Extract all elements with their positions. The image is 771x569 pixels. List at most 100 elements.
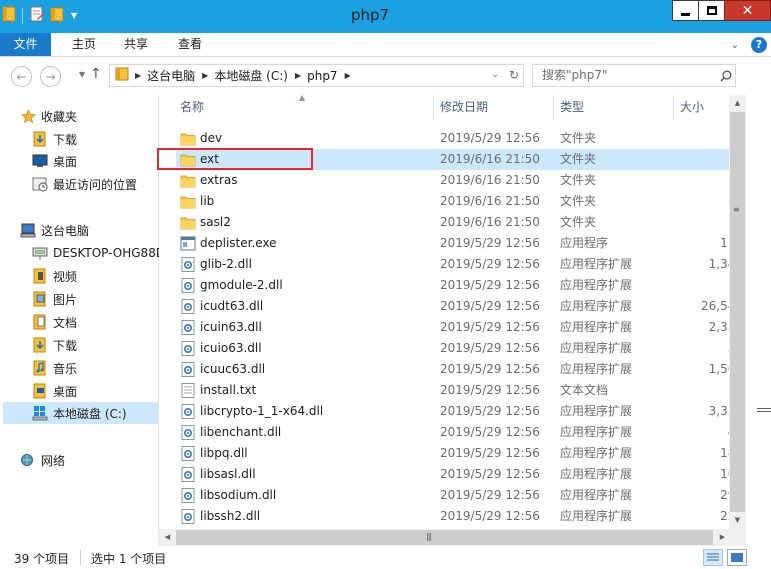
address-bar[interactable]: ▶ 这台电脑 ▶ 本地磁盘 (C:) ▶ php7 ▶ ⌄ ↻ (109, 64, 524, 87)
nav-videos[interactable]: 视频 (32, 265, 77, 287)
breadcrumb-separator-icon[interactable]: ▶ (345, 71, 351, 80)
scroll-left-icon[interactable]: ◀ (159, 529, 176, 546)
file-name: extras (200, 173, 238, 187)
scroll-down-icon[interactable]: ▼ (729, 512, 746, 529)
column-name[interactable]: 名称 (174, 95, 434, 120)
breadcrumb-this-pc[interactable]: 这台电脑 (147, 67, 195, 84)
file-date: 2019/5/29 12:56 (440, 383, 540, 397)
file-row[interactable]: libsodium.dll2019/5/29 12:56应用程序扩展294 (176, 485, 745, 506)
title-bar: ▼ php7 ✕ (0, 0, 771, 33)
file-name: icuin63.dll (200, 320, 262, 334)
file-type: 文件夹 (560, 152, 597, 166)
back-button[interactable]: ← (11, 66, 32, 87)
file-row[interactable]: install.txt2019/5/29 12:56文本文档1 (176, 380, 745, 401)
dll-icon (181, 362, 195, 377)
nav-favorite-recent[interactable]: 最近访问的位置 (32, 173, 137, 195)
file-row[interactable]: extras 2019/6/16 21:50 文件夹 (176, 170, 745, 191)
file-row[interactable]: libcrypto-1_1-x64.dll 2019/5/29 12:56 应用程序… (176, 401, 745, 422)
forward-button[interactable]: → (40, 66, 61, 87)
file-name: icudt63.dll (200, 299, 264, 313)
folder-icon (180, 154, 196, 167)
file-row[interactable]: sasl2 2019/6/16 21:50 文件夹 (176, 212, 745, 233)
file-row[interactable]: icuin63.dll 2019/5/29 12:56 应用程序扩展 2,331 (176, 317, 745, 338)
nav-favorites[interactable]: 收藏夹 (20, 105, 77, 127)
large-icons-view-button[interactable] (727, 549, 747, 566)
expand-ribbon-icon[interactable]: ⌄ (731, 40, 739, 51)
customize-toolbar-arrow-icon[interactable]: ▼ (71, 11, 77, 20)
nav-desktop[interactable]: 桌面 (32, 380, 77, 402)
search-icon[interactable] (720, 70, 732, 82)
file-row[interactable]: dev 2019/5/29 12:56 文件夹 (176, 128, 745, 149)
network-computer-icon (32, 245, 48, 261)
nav-this-pc[interactable]: 这台电脑 (20, 219, 89, 241)
maximize-icon (706, 6, 717, 15)
nav-favorite-desktop[interactable]: 桌面 (32, 150, 77, 172)
folder-icon (115, 67, 129, 84)
nav-local-disk[interactable]: 本地磁盘 (C:) (3, 402, 158, 424)
vertical-scroll-thumb[interactable] (730, 112, 745, 512)
file-row[interactable]: icuuc63.dll 2019/5/29 12:56 应用程序扩展 1,562 (176, 359, 745, 380)
file-row[interactable]: icuio63.dll2019/5/29 12:56应用程序扩展53 (176, 338, 745, 359)
quick-access-toolbar: ▼ (2, 6, 77, 25)
file-row[interactable]: glib-2.dll 2019/5/29 12:56 应用程序扩展 1,343 (176, 254, 745, 275)
file-row[interactable]: icudt63.dll 2019/5/29 12:56 应用程序扩展 26,546 (176, 296, 745, 317)
file-row[interactable]: libssh2.dll2019/5/29 12:56应用程序扩展221 (176, 506, 745, 527)
column-type[interactable]: 类型 (554, 95, 674, 120)
details-view-button[interactable] (703, 549, 723, 566)
column-size[interactable]: 大小 (674, 95, 734, 120)
file-row[interactable]: libsasl.dll2019/5/29 12:56应用程序扩展106 (176, 464, 745, 485)
nav-network[interactable]: 网络 (20, 449, 65, 471)
file-date: 2019/5/29 12:56 (440, 509, 540, 523)
file-row[interactable]: libpq.dll2019/5/29 12:56应用程序扩展186 (176, 443, 745, 464)
file-row[interactable]: lib 2019/6/16 21:50 文件夹 (176, 191, 745, 212)
file-row[interactable]: gmodule-2.dll2019/5/29 12:56应用程序扩展18 (176, 275, 745, 296)
properties-icon[interactable] (29, 6, 45, 25)
scroll-right-icon[interactable]: ▶ (714, 529, 731, 546)
file-date: 2019/5/29 12:56 (440, 488, 540, 502)
details-view-icon (707, 553, 719, 561)
dll-icon (181, 488, 195, 503)
file-name: libenchant.dll (200, 425, 282, 439)
file-row[interactable]: ext 2019/6/16 21:50 文件夹 (176, 149, 745, 170)
minimize-button[interactable] (672, 0, 699, 21)
maximize-button[interactable] (698, 0, 725, 21)
horizontal-scroll-thumb[interactable] (176, 530, 713, 545)
nav-documents[interactable]: 文档 (32, 311, 77, 333)
column-date[interactable]: 修改日期 (434, 95, 554, 120)
tab-home[interactable]: 主页 (72, 33, 96, 56)
address-history-dropdown-icon[interactable]: ⌄ (491, 70, 499, 80)
nav-favorite-downloads[interactable]: 下载 (32, 128, 77, 150)
close-button[interactable]: ✕ (724, 0, 771, 21)
txt-icon (181, 383, 195, 398)
file-date: 2019/5/29 12:56 (440, 341, 540, 355)
downloads-icon (32, 337, 48, 353)
nav-network-computer[interactable]: DESKTOP-OHG88D (32, 242, 165, 264)
nav-downloads[interactable]: 下载 (32, 334, 77, 356)
up-button[interactable]: ↑ (90, 66, 102, 82)
tab-share[interactable]: 共享 (124, 33, 148, 56)
nav-pictures[interactable]: 图片 (32, 288, 77, 310)
file-date: 2019/5/29 12:56 (440, 362, 540, 376)
help-icon[interactable]: ? (751, 37, 767, 53)
recent-locations-dropdown-icon[interactable]: ▼ (79, 70, 85, 79)
breadcrumb-separator-icon: ▶ (135, 71, 142, 80)
windows-drive-icon (32, 405, 48, 421)
vertical-scrollbar[interactable]: ▲ ≡ ▼ (729, 95, 746, 529)
nav-music[interactable]: 音乐 (32, 357, 77, 379)
file-name: gmodule-2.dll (200, 278, 283, 292)
breadcrumb-php7[interactable]: php7 (307, 69, 337, 83)
tab-view[interactable]: 查看 (178, 33, 202, 56)
search-input[interactable]: 搜索"php7" (532, 64, 736, 87)
horizontal-scrollbar[interactable]: ◀ ||| ▶ (159, 529, 746, 546)
file-row[interactable]: libenchant.dll2019/5/29 12:56应用程序扩展47 (176, 422, 745, 443)
file-date: 2019/6/16 21:50 (440, 215, 540, 229)
file-date: 2019/5/29 12:56 (440, 446, 540, 460)
tab-file[interactable]: 文件 (0, 33, 51, 56)
breadcrumb-local-disk[interactable]: 本地磁盘 (C:) (214, 67, 288, 84)
folder-icon (180, 175, 196, 188)
scroll-up-icon[interactable]: ▲ (729, 95, 746, 112)
file-type: 应用程序扩展 (560, 467, 633, 481)
file-row[interactable]: deplister.exe2019/5/29 12:56应用程序117 (176, 233, 745, 254)
new-folder-icon[interactable] (50, 6, 65, 25)
refresh-icon[interactable]: ↻ (509, 68, 519, 82)
